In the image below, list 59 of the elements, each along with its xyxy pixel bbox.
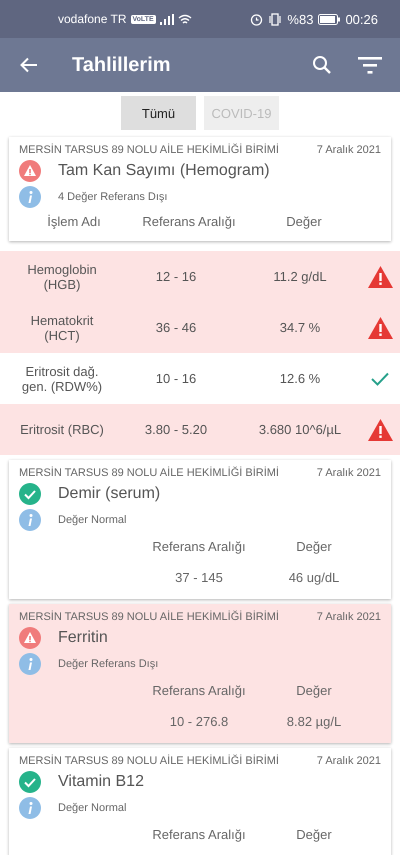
result-summary: Değer Referans Dışı [58, 658, 158, 670]
info-icon [19, 186, 41, 208]
table-cell-text: 3.680 10^6/µL [258, 422, 342, 437]
filter-tab[interactable]: Tümü [121, 96, 196, 130]
result-card[interactable]: MERSİN TARSUS 89 NOLU AİLE HEKİMLİĞİ BİRİMİ 7 Aralık 2021 Vitamin B12 Değer Normal Referans Aralığı Değer [9, 748, 391, 855]
facility-name: MERSİN TARSUS 89 NOLU AİLE HEKİMLİĞİ BİRİMİ [19, 611, 279, 623]
result-summary: 4 Değer Referans Dışı [58, 191, 168, 203]
facility-name: MERSİN TARSUS 89 NOLU AİLE HEKİMLİĞİ BİRİMİ [19, 467, 279, 479]
result-summary: Değer Normal [58, 802, 126, 814]
table-cell-text: 37 - 145 [174, 570, 224, 585]
column-header: Referans Aralığı [141, 214, 237, 229]
result-card[interactable]: MERSİN TARSUS 89 NOLU AİLE HEKİMLİĞİ BİRİMİ 7 Aralık 2021 Ferritin Değer Referans Dışı Referans Aralığı Değer 10 - 276.8 8.82 µg/L [9, 604, 391, 743]
column-header: İşlem Adı [46, 214, 102, 229]
result-card[interactable]: MERSİN TARSUS 89 NOLU AİLE HEKİMLİĞİ BİRİMİ 7 Aralık 2021 Demir (serum) Değer Normal Referans Aralığı Değer 37 - 145 46 ug/dL [9, 460, 391, 599]
column-header: Referans Aralığı [151, 827, 247, 842]
table-cell-text: 8.82 µg/L [286, 714, 342, 729]
battery-icon [318, 14, 340, 24]
battery-percent: %83 [287, 12, 314, 26]
info-icon [19, 653, 41, 675]
table-cell-text: 36 - 46 [154, 320, 198, 335]
alarm-icon [250, 12, 264, 26]
test-name: Vitamin B12 [58, 773, 144, 791]
vibrate-icon [268, 12, 282, 26]
column-header: Referans Aralığı [151, 683, 247, 698]
result-date: 7 Aralık 2021 [316, 755, 381, 767]
column-header: Referans Aralığı [151, 539, 247, 554]
result-summary: Değer Normal [58, 514, 126, 526]
table-cell-text: Hematokrit (HCT) [30, 312, 94, 342]
info-icon [19, 509, 41, 531]
result-date: 7 Aralık 2021 [316, 144, 381, 156]
table-cell-text: 10 - 276.8 [168, 714, 230, 729]
table-cell-text: Eritrosit dağ. gen. (RDW%) [20, 364, 104, 394]
test-name: Ferritin [58, 629, 108, 647]
column-header: Değer [295, 683, 333, 698]
table-cell-text: 10 - 16 [154, 371, 198, 386]
table-cell-text: 11.2 g/dL [272, 269, 328, 284]
facility-name: MERSİN TARSUS 89 NOLU AİLE HEKİMLİĞİ BİRİMİ [19, 755, 279, 767]
signal-icon [160, 14, 174, 24]
result-date: 7 Aralık 2021 [316, 467, 381, 479]
screen-title: Tahlillerim [72, 54, 172, 76]
table-cell-text: 46 ug/dL [288, 570, 340, 585]
test-name: Demir (serum) [58, 485, 160, 503]
clock-time: 00:26 [345, 12, 378, 26]
wifi-icon [178, 14, 192, 24]
result-card[interactable]: MERSİN TARSUS 89 NOLU AİLE HEKİMLİĞİ BİRİMİ 7 Aralık 2021 Tam Kan Sayımı (Hemogram) 4 Değer Referans Dışı İşlem Adı Referans Aralığı Değer [9, 137, 391, 241]
table-cell-text: 3.80 - 5.20 [144, 422, 208, 437]
table-cell-text: 34.7 % [278, 320, 322, 335]
table-cell-text: Hemoglobin (HGB) [26, 262, 98, 292]
table-cell-text: 12 - 16 [154, 269, 198, 284]
column-header: Değer [285, 214, 323, 229]
column-header: Değer [295, 827, 333, 842]
column-header: Değer [295, 539, 333, 554]
carrier-name: vodafone TR [58, 12, 126, 26]
table-cell-text: 12.6 % [278, 371, 322, 386]
facility-name: MERSİN TARSUS 89 NOLU AİLE HEKİMLİĞİ BİRİMİ [19, 144, 279, 156]
info-icon [19, 797, 41, 819]
table-cell-text: Eritrosit (RBC) [19, 422, 105, 437]
test-name: Tam Kan Sayımı (Hemogram) [58, 162, 270, 180]
result-date: 7 Aralık 2021 [316, 611, 381, 623]
